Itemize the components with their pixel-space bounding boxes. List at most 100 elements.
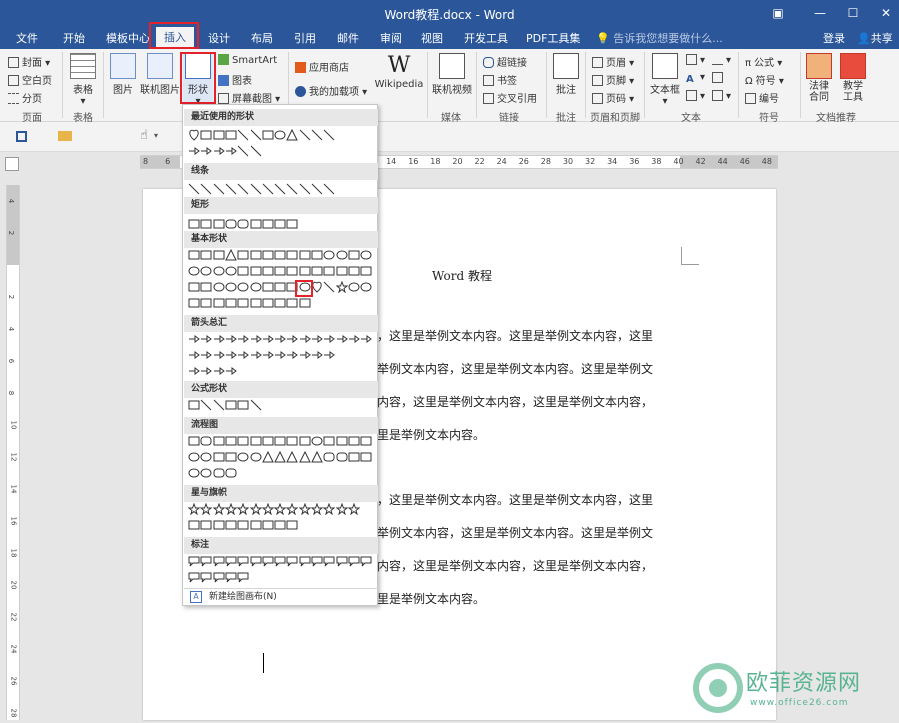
- shape-option-icon[interactable]: [237, 183, 249, 195]
- shape-option-icon[interactable]: [237, 265, 249, 277]
- shape-option-icon[interactable]: [274, 281, 286, 293]
- shape-option-icon[interactable]: [250, 145, 262, 157]
- shape-option-icon[interactable]: [286, 349, 299, 361]
- shape-option-icon[interactable]: [213, 265, 225, 277]
- shape-option-icon[interactable]: [311, 451, 323, 463]
- shape-option-icon[interactable]: [274, 218, 286, 230]
- shape-option-icon[interactable]: [225, 145, 237, 157]
- header-button[interactable]: 页眉 ▾: [592, 54, 634, 69]
- tab-layout[interactable]: 布局: [251, 30, 273, 46]
- shape-option-icon[interactable]: [237, 129, 249, 141]
- shape-option-icon[interactable]: [360, 281, 372, 293]
- shape-option-icon[interactable]: [348, 435, 360, 447]
- shape-option-icon[interactable]: [200, 218, 212, 230]
- smartart-button[interactable]: SmartArt: [218, 54, 277, 66]
- tell-me-search[interactable]: 💡 告诉我您想要做什么...: [596, 30, 723, 46]
- shape-option-icon[interactable]: [188, 249, 200, 261]
- bookmark-button[interactable]: 书签: [483, 72, 517, 87]
- table-button[interactable]: 表格 ▾: [67, 53, 99, 107]
- shape-option-icon[interactable]: [237, 297, 249, 309]
- shape-option-icon[interactable]: [262, 249, 274, 261]
- shape-option-icon[interactable]: [200, 145, 213, 157]
- shape-option-icon[interactable]: [299, 129, 311, 141]
- cross-reference-button[interactable]: 交叉引用: [483, 90, 537, 105]
- shape-option-icon[interactable]: [262, 519, 274, 531]
- wordart-button[interactable]: A ▾: [686, 72, 705, 85]
- shape-option-icon[interactable]: [311, 555, 323, 567]
- shape-option-icon[interactable]: [200, 467, 212, 479]
- shape-option-icon[interactable]: [262, 297, 274, 309]
- shape-option-icon[interactable]: [286, 519, 298, 531]
- shape-option-icon[interactable]: [336, 333, 348, 345]
- shape-option-icon[interactable]: [274, 503, 287, 515]
- shape-option-icon[interactable]: [224, 503, 237, 515]
- shape-option-icon[interactable]: [237, 281, 249, 293]
- shape-option-icon[interactable]: [188, 555, 200, 567]
- shape-option-icon[interactable]: [286, 249, 298, 261]
- shape-option-icon[interactable]: [286, 183, 298, 195]
- shape-option-icon[interactable]: [225, 399, 237, 411]
- shape-option-icon[interactable]: [213, 129, 225, 141]
- tab-view[interactable]: 视图: [421, 30, 443, 46]
- shape-option-icon[interactable]: [311, 333, 323, 345]
- shape-option-icon[interactable]: [200, 435, 212, 447]
- shape-option-icon[interactable]: [274, 349, 286, 361]
- page-number-button[interactable]: 页码 ▾: [592, 90, 634, 105]
- shape-option-icon[interactable]: [274, 249, 286, 261]
- shape-option-icon[interactable]: [237, 451, 249, 463]
- shape-option-icon[interactable]: [299, 333, 311, 345]
- shape-option-icon[interactable]: [311, 265, 323, 277]
- shape-option-icon[interactable]: [225, 249, 237, 261]
- blank-page-button[interactable]: 空白页: [8, 72, 52, 87]
- shape-option-icon[interactable]: [188, 365, 200, 377]
- my-addins-button[interactable]: 我的加载项 ▾: [295, 83, 367, 98]
- shape-option-icon[interactable]: [311, 129, 323, 141]
- shape-option-icon[interactable]: [200, 349, 213, 361]
- shape-option-icon[interactable]: [213, 333, 225, 345]
- shape-option-icon[interactable]: [237, 435, 249, 447]
- tab-review[interactable]: 审阅: [380, 30, 402, 46]
- shape-option-icon[interactable]: [213, 435, 225, 447]
- shape-option-icon[interactable]: [286, 297, 298, 309]
- shape-option-icon[interactable]: [188, 297, 200, 309]
- shape-option-icon[interactable]: [188, 183, 200, 195]
- shape-option-icon[interactable]: [213, 349, 225, 361]
- shape-option-icon[interactable]: [335, 503, 348, 515]
- shape-option-icon[interactable]: [262, 218, 274, 230]
- shape-option-icon[interactable]: [200, 297, 212, 309]
- maximize-button[interactable]: ☐: [843, 4, 863, 22]
- shape-option-icon[interactable]: [237, 519, 249, 531]
- shape-option-icon[interactable]: [188, 145, 200, 157]
- save-icon[interactable]: [16, 131, 27, 142]
- law-contract-button[interactable]: 法律合同: [804, 53, 834, 103]
- shapes-button[interactable]: 形状 ▾: [183, 53, 213, 107]
- teaching-tools-button[interactable]: 教学工具: [838, 53, 868, 103]
- shape-option-icon[interactable]: [237, 333, 250, 345]
- shape-option-icon[interactable]: [200, 555, 212, 567]
- shape-option-icon[interactable]: [299, 435, 311, 447]
- shape-option-icon[interactable]: [274, 129, 286, 141]
- shape-option-icon[interactable]: [200, 183, 212, 195]
- shape-option-icon[interactable]: [225, 571, 237, 583]
- shape-option-icon[interactable]: [286, 281, 298, 293]
- shape-option-icon[interactable]: [250, 435, 262, 447]
- tab-home[interactable]: 开始: [63, 30, 85, 46]
- shape-option-icon[interactable]: [360, 435, 372, 447]
- tab-file[interactable]: 文件: [16, 30, 38, 46]
- shape-option-icon[interactable]: [261, 451, 274, 463]
- shape-option-icon[interactable]: [274, 555, 286, 567]
- shape-option-icon[interactable]: [200, 451, 212, 463]
- shape-option-icon[interactable]: [225, 519, 237, 531]
- shape-option-icon[interactable]: [323, 435, 335, 447]
- shape-option-icon[interactable]: [286, 129, 299, 141]
- signature-line-button[interactable]: ▾: [712, 54, 731, 66]
- footer-button[interactable]: 页脚 ▾: [592, 72, 634, 87]
- shape-option-icon[interactable]: [188, 467, 200, 479]
- shape-option-icon[interactable]: [213, 467, 225, 479]
- shape-option-icon[interactable]: [298, 503, 311, 515]
- shape-option-icon[interactable]: [348, 249, 360, 261]
- cover-page-button[interactable]: 封面 ▾: [8, 54, 50, 69]
- shape-option-icon[interactable]: [225, 451, 237, 463]
- online-video-button[interactable]: 联机视频: [431, 53, 473, 96]
- shape-option-icon[interactable]: [225, 435, 237, 447]
